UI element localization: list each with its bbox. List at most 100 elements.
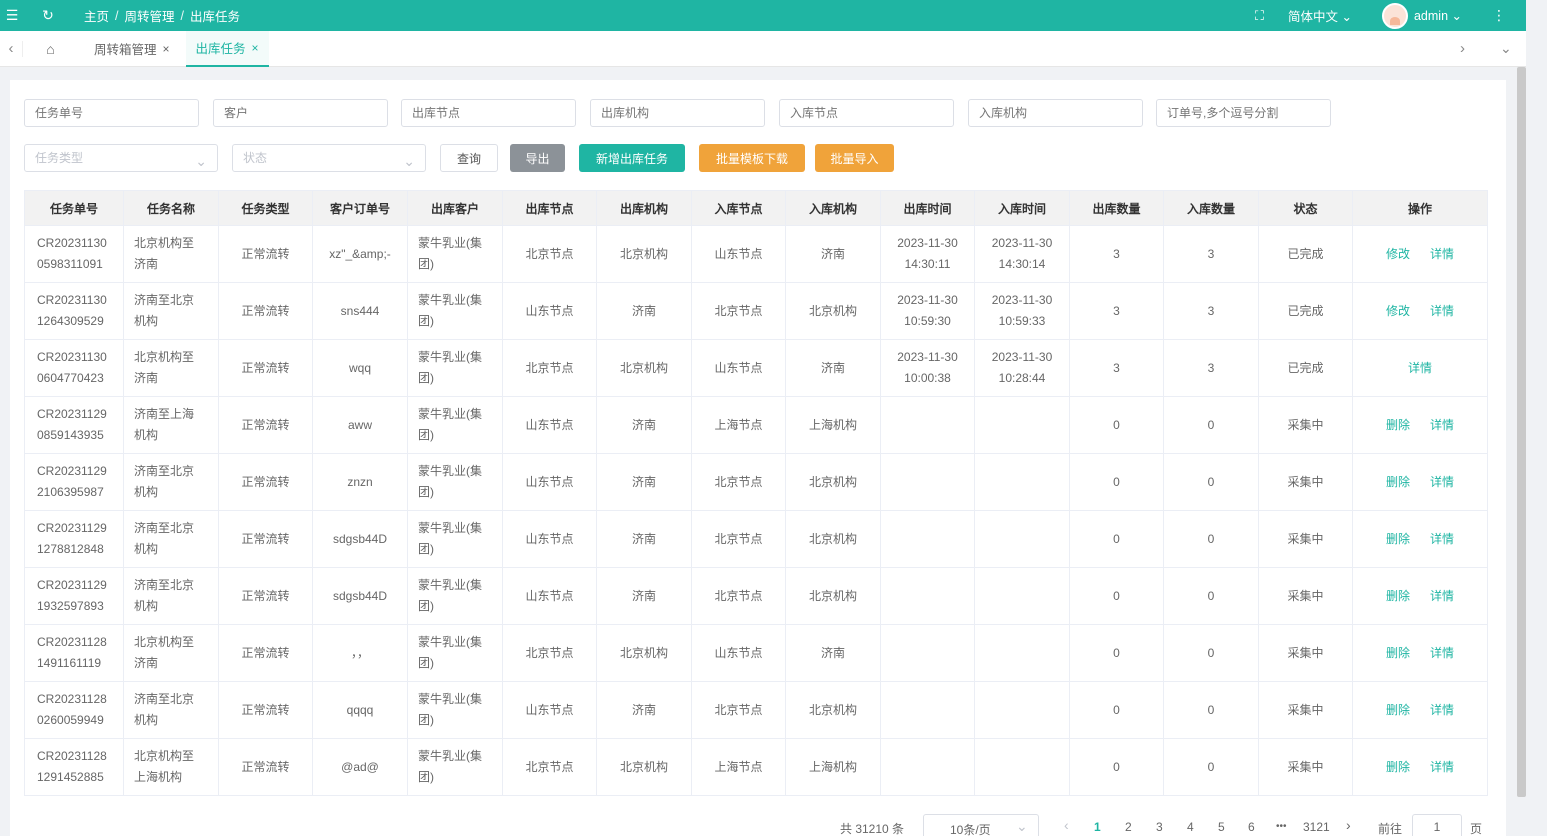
order-no-input[interactable]	[1156, 99, 1331, 127]
detail-link[interactable]: 详情	[1430, 418, 1454, 432]
detail-link[interactable]: 详情	[1430, 304, 1454, 318]
table-cell	[974, 624, 1070, 682]
cell-text: 0	[1113, 702, 1120, 717]
task-no-input[interactable]	[24, 99, 199, 127]
table-cell: CR20231130 0598311091	[24, 225, 124, 283]
table-cell: 采集中	[1258, 510, 1353, 568]
avatar[interactable]	[1381, 2, 1408, 29]
edit-link[interactable]: 修改	[1386, 247, 1410, 261]
table-cell: 蒙牛乳业(集 团)	[407, 567, 503, 625]
table-cell: @ad@	[312, 738, 408, 796]
table-cell: CR20231129 0859143935	[24, 396, 124, 454]
table-cell: znzn	[312, 453, 408, 511]
template-download-button[interactable]: 批量模板下载	[699, 144, 805, 172]
home-tab-icon[interactable]: ⌂	[22, 40, 78, 57]
cell-text: @ad@	[341, 759, 379, 774]
page-5[interactable]: 5	[1218, 820, 1225, 834]
task-type-select[interactable]: 任务类型	[24, 144, 218, 174]
in-node-input[interactable]	[779, 99, 954, 127]
close-icon[interactable]: ×	[163, 42, 170, 56]
batch-import-button[interactable]: 批量导入	[815, 144, 894, 172]
add-outbound-task-button[interactable]: 新增出库任务	[579, 144, 685, 172]
table-cell: 济南	[596, 681, 692, 739]
cell-text: znzn	[347, 474, 373, 489]
delete-link[interactable]: 删除	[1386, 589, 1410, 603]
page-last[interactable]: 3121	[1303, 820, 1330, 834]
cell-text: 蒙牛乳业(集	[418, 578, 482, 592]
table-cell: 采集中	[1258, 453, 1353, 511]
delete-link[interactable]: 删除	[1386, 532, 1410, 546]
detail-link[interactable]: 详情	[1430, 646, 1454, 660]
page-2[interactable]: 2	[1125, 820, 1132, 834]
table-cell: 北京节点	[502, 339, 597, 397]
tab-turnover-box[interactable]: 周转箱管理 ×	[84, 31, 180, 67]
prev-page-button[interactable]: ‹	[1064, 817, 1069, 833]
table-cell: CR20231128 1491161119	[24, 624, 124, 682]
delete-link[interactable]: 删除	[1386, 646, 1410, 660]
table-cell: 上海机构	[785, 396, 881, 454]
cell-text: 0598311091	[37, 257, 103, 271]
detail-link[interactable]: 详情	[1430, 589, 1454, 603]
more-vertical-icon[interactable]: ⋮	[1492, 7, 1506, 24]
detail-link[interactable]: 详情	[1430, 532, 1454, 546]
delete-link[interactable]: 删除	[1386, 418, 1410, 432]
delete-link[interactable]: 删除	[1386, 760, 1410, 774]
next-page-button[interactable]: ›	[1346, 817, 1351, 833]
edit-link[interactable]: 修改	[1386, 304, 1410, 318]
out-org-input[interactable]	[590, 99, 765, 127]
page-4[interactable]: 4	[1187, 820, 1194, 834]
goto-input[interactable]: 1	[1412, 814, 1462, 836]
breadcrumb-home[interactable]: 主页	[84, 6, 109, 25]
page-6[interactable]: 6	[1248, 820, 1255, 834]
table-cell: CR20231128 0260059949	[24, 681, 124, 739]
cell-text: 山东节点	[714, 246, 763, 261]
language-select[interactable]: 简体中文 ⌄	[1288, 6, 1352, 25]
delete-link[interactable]: 删除	[1386, 703, 1410, 717]
page-scrollbar[interactable]	[1517, 67, 1526, 797]
table-cell: 济南	[785, 624, 881, 682]
page-size-select[interactable]: 10条/页 ⌄	[923, 814, 1039, 836]
cell-text: xz"_&amp;-	[329, 246, 391, 261]
actions-cell: 修改 详情	[1352, 225, 1488, 283]
cell-text: 北京节点	[714, 702, 763, 717]
tabs-scroll-right-icon[interactable]: ›	[1460, 40, 1465, 57]
delete-link[interactable]: 删除	[1386, 475, 1410, 489]
page-3[interactable]: 3	[1156, 820, 1163, 834]
cell-text: 北京机构至	[134, 749, 195, 763]
cell-text: 山东节点	[525, 702, 574, 717]
cell-text: 正常流转	[241, 702, 290, 717]
customer-input[interactable]	[213, 99, 388, 127]
detail-link[interactable]: 详情	[1430, 475, 1454, 489]
status-select[interactable]: 状态	[232, 144, 426, 174]
table-cell: 山东节点	[691, 624, 786, 682]
table-cell: 济南	[785, 339, 881, 397]
export-button[interactable]: 导出	[510, 144, 565, 172]
user-menu[interactable]: admin ⌄	[1414, 8, 1462, 23]
cell-text: 机构	[134, 314, 159, 328]
in-org-input[interactable]	[968, 99, 1143, 127]
breadcrumb-turnover[interactable]: 周转管理	[125, 6, 175, 25]
menu-toggle-icon[interactable]: ☰	[4, 7, 20, 24]
cell-text: 北京节点	[525, 246, 574, 261]
out-node-input[interactable]	[401, 99, 576, 127]
more-pages-icon[interactable]: •••	[1276, 821, 1287, 832]
column-header: 出库数量	[1069, 190, 1164, 226]
cell-text: 正常流转	[241, 303, 290, 318]
refresh-icon[interactable]: ↻	[40, 7, 56, 24]
query-button[interactable]: 查询	[440, 144, 498, 172]
fullscreen-icon[interactable]: ⛶	[1255, 8, 1264, 24]
tabs-dropdown-icon[interactable]: ⌄	[1500, 40, 1512, 57]
cell-text: 北京机构至	[134, 635, 195, 649]
detail-link[interactable]: 详情	[1430, 760, 1454, 774]
tabs-scroll-left-icon[interactable]: ‹	[0, 40, 22, 57]
detail-link[interactable]: 详情	[1408, 361, 1432, 375]
detail-link[interactable]: 详情	[1430, 247, 1454, 261]
cell-text: 0	[1207, 645, 1215, 660]
cell-text: 机构	[134, 599, 159, 613]
cell-text: 2106395987	[37, 485, 104, 499]
page-1[interactable]: 1	[1094, 820, 1101, 834]
table-cell: CR20231129 1278812848	[24, 510, 124, 568]
detail-link[interactable]: 详情	[1430, 703, 1454, 717]
close-icon[interactable]: ×	[252, 41, 259, 55]
tab-outbound-task[interactable]: 出库任务 ×	[185, 30, 269, 67]
